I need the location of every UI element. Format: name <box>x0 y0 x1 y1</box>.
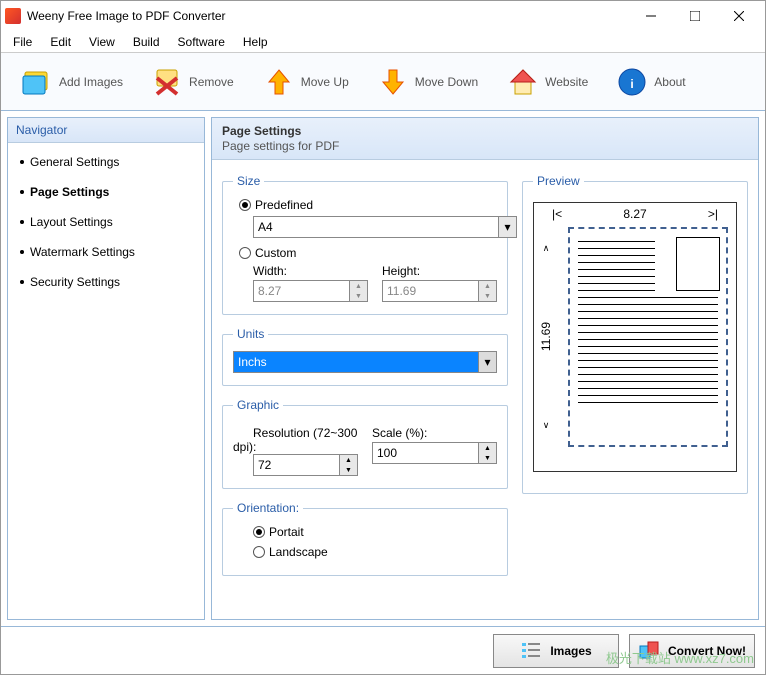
preview-fieldset: Preview |< 8.27 >| ∧ 11.69 ∨ <box>522 174 748 494</box>
convert-now-button[interactable]: Convert Now! <box>629 634 755 668</box>
close-button[interactable] <box>717 2 761 30</box>
menu-build[interactable]: Build <box>125 33 168 51</box>
about-label: About <box>654 75 685 89</box>
nav-layout-settings[interactable]: Layout Settings <box>14 213 198 231</box>
arrow-up-icon <box>263 66 295 98</box>
graphic-legend: Graphic <box>233 398 283 412</box>
remove-button[interactable]: Remove <box>137 62 248 102</box>
custom-radio[interactable] <box>239 247 251 259</box>
custom-radio-row[interactable]: Custom <box>239 246 497 260</box>
add-images-button[interactable]: Add Images <box>7 62 137 102</box>
height-spinner[interactable]: 11.69▲▼ <box>382 280 497 302</box>
units-select[interactable]: Inchs ▾ <box>233 351 497 373</box>
move-down-label: Move Down <box>415 75 478 89</box>
move-down-button[interactable]: Move Down <box>363 62 492 102</box>
predefined-radio-row[interactable]: Predefined <box>239 198 497 212</box>
app-icon <box>5 8 21 24</box>
spinner-arrows-icon: ▲▼ <box>339 455 357 475</box>
convert-icon <box>638 640 660 662</box>
orientation-fieldset: Orientation: Portait Landscape <box>222 501 508 576</box>
menu-view[interactable]: View <box>81 33 123 51</box>
add-images-label: Add Images <box>59 75 123 89</box>
navigator-title: Navigator <box>8 118 204 143</box>
page-subtitle: Page settings for PDF <box>222 139 748 153</box>
remove-label: Remove <box>189 75 234 89</box>
minimize-button[interactable] <box>629 2 673 30</box>
nav-general-settings[interactable]: General Settings <box>14 153 198 171</box>
preview-left-bottom-marker: ∨ <box>543 420 550 431</box>
menu-edit[interactable]: Edit <box>42 33 79 51</box>
width-label: Width: <box>253 264 368 278</box>
portrait-radio-row[interactable]: Portait <box>253 525 497 539</box>
menu-file[interactable]: File <box>5 33 40 51</box>
spinner-arrows-icon: ▲▼ <box>349 281 367 301</box>
landscape-radio[interactable] <box>253 546 265 558</box>
graphic-fieldset: Graphic Resolution (72~300 dpi): 72▲▼ Sc… <box>222 398 508 489</box>
chevron-down-icon: ▾ <box>478 352 496 372</box>
navigator-panel: Navigator General Settings Page Settings… <box>7 117 205 620</box>
website-button[interactable]: Website <box>493 62 602 102</box>
size-fieldset: Size Predefined A4 ▾ Custom <box>222 174 508 315</box>
units-fieldset: Units Inchs ▾ <box>222 327 508 386</box>
chevron-down-icon: ▾ <box>498 217 516 237</box>
move-up-label: Move Up <box>301 75 349 89</box>
svg-text:i: i <box>631 77 634 91</box>
info-icon: i <box>616 66 648 98</box>
nav-watermark-settings[interactable]: Watermark Settings <box>14 243 198 261</box>
main-panel: Page Settings Page settings for PDF Size… <box>211 117 759 620</box>
arrow-down-icon <box>377 66 409 98</box>
add-images-icon <box>21 66 53 98</box>
maximize-button[interactable] <box>673 2 717 30</box>
portrait-radio[interactable] <box>253 526 265 538</box>
resolution-label: Resolution (72~300 dpi): <box>233 426 357 454</box>
preview-height-value: 11.69 <box>539 322 553 351</box>
scale-spinner[interactable]: 100▲▼ <box>372 442 497 464</box>
website-label: Website <box>545 75 588 89</box>
move-up-button[interactable]: Move Up <box>249 62 363 102</box>
orientation-legend: Orientation: <box>233 501 303 515</box>
nav-page-settings[interactable]: Page Settings <box>14 183 198 201</box>
footer: Images Convert Now! <box>1 626 765 674</box>
size-legend: Size <box>233 174 264 188</box>
landscape-radio-row[interactable]: Landscape <box>253 545 497 559</box>
preview-page-icon <box>568 227 728 447</box>
about-button[interactable]: i About <box>602 62 699 102</box>
resolution-spinner[interactable]: 72▲▼ <box>253 454 358 476</box>
preview-left-top-marker: ∧ <box>543 243 550 254</box>
menu-software[interactable]: Software <box>170 33 233 51</box>
spinner-arrows-icon: ▲▼ <box>478 281 496 301</box>
menu-bar: File Edit View Build Software Help <box>1 31 765 53</box>
spinner-arrows-icon: ▲▼ <box>478 443 496 463</box>
window-title: Weeny Free Image to PDF Converter <box>27 9 629 23</box>
images-button[interactable]: Images <box>493 634 619 668</box>
predefined-select[interactable]: A4 ▾ <box>253 216 517 238</box>
nav-security-settings[interactable]: Security Settings <box>14 273 198 291</box>
predefined-radio[interactable] <box>239 199 251 211</box>
remove-icon <box>151 66 183 98</box>
height-label: Height: <box>382 264 497 278</box>
preview-legend: Preview <box>533 174 584 188</box>
width-spinner[interactable]: 8.27▲▼ <box>253 280 368 302</box>
home-icon <box>507 66 539 98</box>
scale-label: Scale (%): <box>372 426 497 440</box>
units-legend: Units <box>233 327 268 341</box>
list-icon <box>520 640 542 662</box>
menu-help[interactable]: Help <box>235 33 276 51</box>
preview-top-right-marker: >| <box>708 207 718 221</box>
page-title: Page Settings <box>222 124 748 138</box>
preview-width-value: 8.27 <box>623 207 646 221</box>
preview-box: |< 8.27 >| ∧ 11.69 ∨ <box>533 202 737 472</box>
preview-top-left-marker: |< <box>552 207 562 221</box>
toolbar: Add Images Remove Move Up Move Down Webs… <box>1 53 765 111</box>
